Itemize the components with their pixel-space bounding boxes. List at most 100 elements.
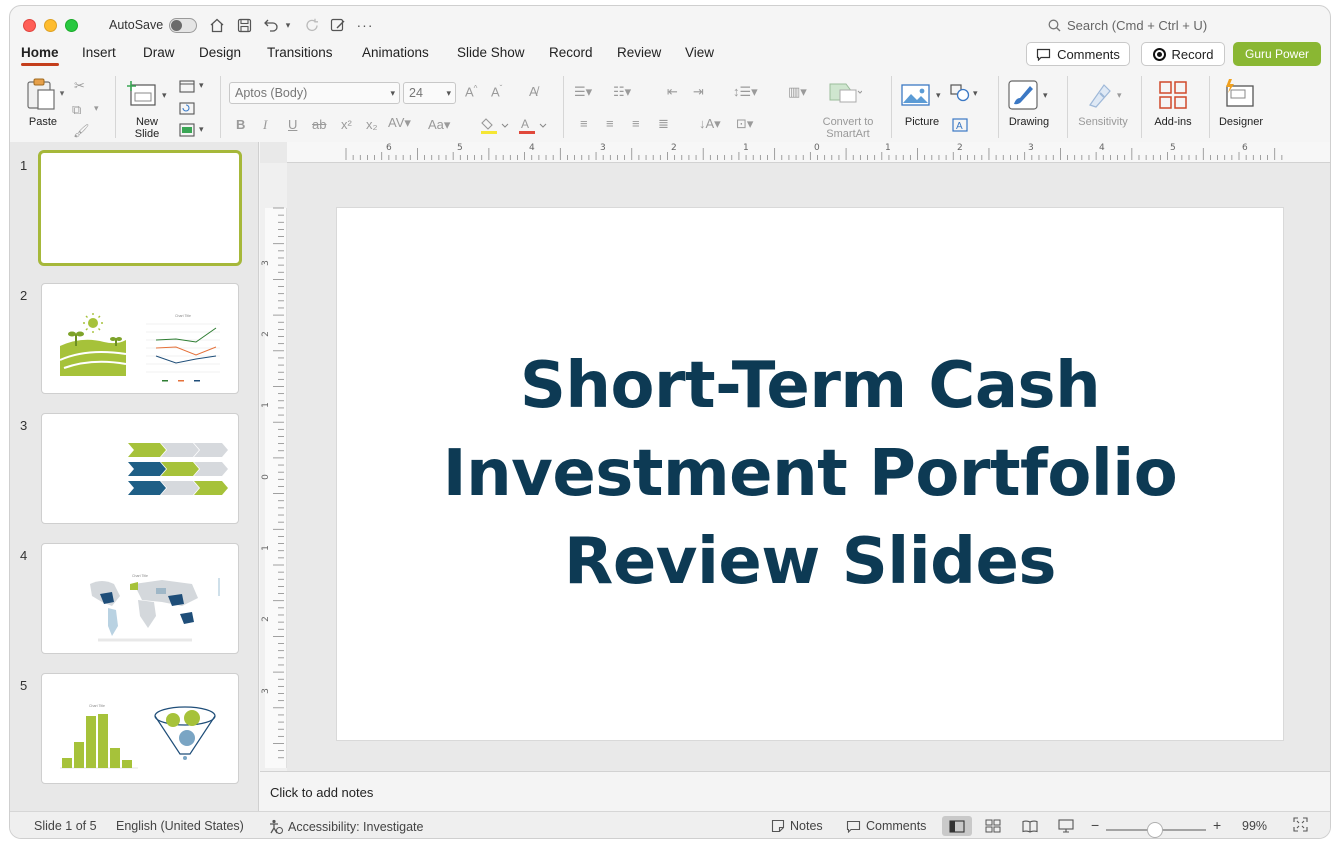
copy-dropdown-icon[interactable]: ▾ [94,103,99,114]
language-indicator[interactable]: English (United States) [116,819,244,833]
strikethrough-icon[interactable]: ab [312,117,326,132]
align-center-icon[interactable]: ≡ [606,116,614,131]
minimize-window-button[interactable] [44,19,57,32]
tab-review[interactable]: Review [617,45,661,60]
sensitivity-dropdown-icon[interactable]: ▾ [1117,90,1122,101]
numbering-icon[interactable]: ☷▾ [613,84,631,100]
decrease-font-size-icon[interactable]: Aˇ [491,84,502,99]
zoom-level[interactable]: 99% [1242,819,1267,833]
change-case-icon[interactable]: Aa▾ [428,117,450,133]
justify-icon[interactable]: ≣ [658,116,669,132]
slide-thumbnail-1[interactable] [38,150,242,266]
redo-icon[interactable] [302,15,322,35]
slide-thumbnail-5[interactable]: Chart Title [41,673,239,784]
tab-insert[interactable]: Insert [82,45,116,60]
drawing-icon[interactable] [1008,80,1038,110]
undo-icon[interactable] [261,15,281,35]
guru-power-button[interactable]: Guru Power [1233,42,1321,66]
highlight-color-icon[interactable] [480,116,510,136]
tab-animations[interactable]: Animations [362,45,429,60]
undo-dropdown-icon[interactable]: ▾ [281,15,295,35]
new-slide-button[interactable] [127,78,157,108]
new-slide-dropdown-icon[interactable]: ▾ [162,90,167,101]
record-button[interactable]: Record [1141,42,1225,66]
add-ins-icon[interactable] [1158,80,1188,110]
save-icon[interactable] [234,15,254,35]
tab-transitions[interactable]: Transitions [267,45,333,60]
tab-draw[interactable]: Draw [143,45,175,60]
italic-icon[interactable]: I [263,117,267,133]
cut-icon[interactable]: ✂ [74,78,85,94]
shapes-dropdown-icon[interactable]: ▾ [973,88,978,99]
bullets-icon[interactable]: ☰▾ [574,84,592,100]
font-name-select[interactable]: Aptos (Body) ▾ [229,82,400,104]
character-spacing-icon[interactable]: AV▾ [388,115,411,131]
tab-view[interactable]: View [685,45,714,60]
slide-thumbnail-3[interactable] [41,413,239,524]
align-left-icon[interactable]: ≡ [580,116,588,131]
zoom-slider-knob[interactable] [1147,822,1163,838]
layout-icon[interactable] [178,78,196,94]
notes-pane[interactable]: Click to add notes [260,771,1330,811]
sensitivity-icon[interactable] [1085,80,1115,110]
tab-record[interactable]: Record [549,45,593,60]
comments-toggle-button[interactable]: Comments [846,819,926,833]
more-options-icon[interactable]: ··· [355,15,375,35]
slide-title[interactable]: Short-Term Cash Investment Portfolio Rev… [443,342,1178,606]
align-text-icon[interactable]: ⊡▾ [736,116,753,132]
section-dropdown-icon[interactable]: ▾ [199,124,204,135]
font-size-select[interactable]: 24 ▾ [403,82,456,104]
normal-view-button[interactable] [942,816,972,836]
slide-thumbnail-2[interactable]: Chart Title [41,283,239,394]
decrease-indent-icon[interactable]: ⇤ [667,84,678,100]
superscript-icon[interactable]: x² [341,117,352,132]
align-right-icon[interactable]: ≡ [632,116,640,131]
home-icon[interactable] [207,15,227,35]
picture-dropdown-icon[interactable]: ▾ [936,90,941,101]
tab-design[interactable]: Design [199,45,241,60]
comments-button[interactable]: Comments [1026,42,1130,66]
close-window-button[interactable] [23,19,36,32]
zoom-in-icon[interactable]: + [1213,817,1221,833]
accessibility-status[interactable]: Accessibility: Investigate [268,819,423,834]
section-icon[interactable] [178,122,196,138]
paste-dropdown-icon[interactable]: ▾ [57,87,67,99]
slide-thumbnail-4[interactable]: Chart Title [41,543,239,654]
layout-dropdown-icon[interactable]: ▾ [199,80,204,91]
bold-icon[interactable]: B [236,117,245,132]
text-box-icon[interactable]: A [950,116,970,134]
maximize-window-button[interactable] [65,19,78,32]
current-slide[interactable]: Short-Term Cash Investment Portfolio Rev… [336,207,1284,741]
slide-show-button[interactable] [1051,816,1081,836]
paste-button[interactable] [23,76,59,112]
text-direction-icon[interactable]: ↓A▾ [699,116,721,132]
slide-sorter-button[interactable] [978,816,1008,836]
smartart-icon[interactable] [828,80,862,106]
tab-slide-show[interactable]: Slide Show [457,45,525,60]
tab-home[interactable]: Home [21,45,59,66]
line-spacing-icon[interactable]: ↕☰▾ [733,84,758,100]
presenter-icon[interactable] [328,15,348,35]
font-color-icon[interactable]: A [518,116,548,136]
fit-to-window-icon[interactable] [1293,817,1308,832]
format-painter-icon[interactable]: 🖌 [73,123,90,139]
reset-slide-icon[interactable] [178,100,196,116]
increase-font-size-icon[interactable]: A^ [465,84,477,99]
slide-sorter-icon [985,819,1001,833]
increase-indent-icon[interactable]: ⇥ [693,84,704,100]
designer-icon[interactable] [1223,78,1257,110]
clear-formatting-icon[interactable]: A̸ [529,84,538,99]
reading-view-button[interactable] [1015,816,1045,836]
picture-icon[interactable] [901,82,931,108]
autosave-toggle[interactable] [169,18,197,33]
zoom-out-icon[interactable]: − [1091,817,1099,833]
underline-icon[interactable]: U [288,117,297,132]
shapes-icon[interactable] [950,84,970,102]
picture-label: Picture [904,116,940,128]
drawing-dropdown-icon[interactable]: ▾ [1043,90,1048,101]
search-box[interactable]: Search (Cmd + Ctrl + U) [1048,18,1207,33]
columns-icon[interactable]: ▥▾ [788,84,807,100]
copy-icon[interactable]: ⧉ [72,102,81,118]
notes-toggle-button[interactable]: Notes [771,819,823,833]
subscript-icon[interactable]: x₂ [366,117,378,132]
